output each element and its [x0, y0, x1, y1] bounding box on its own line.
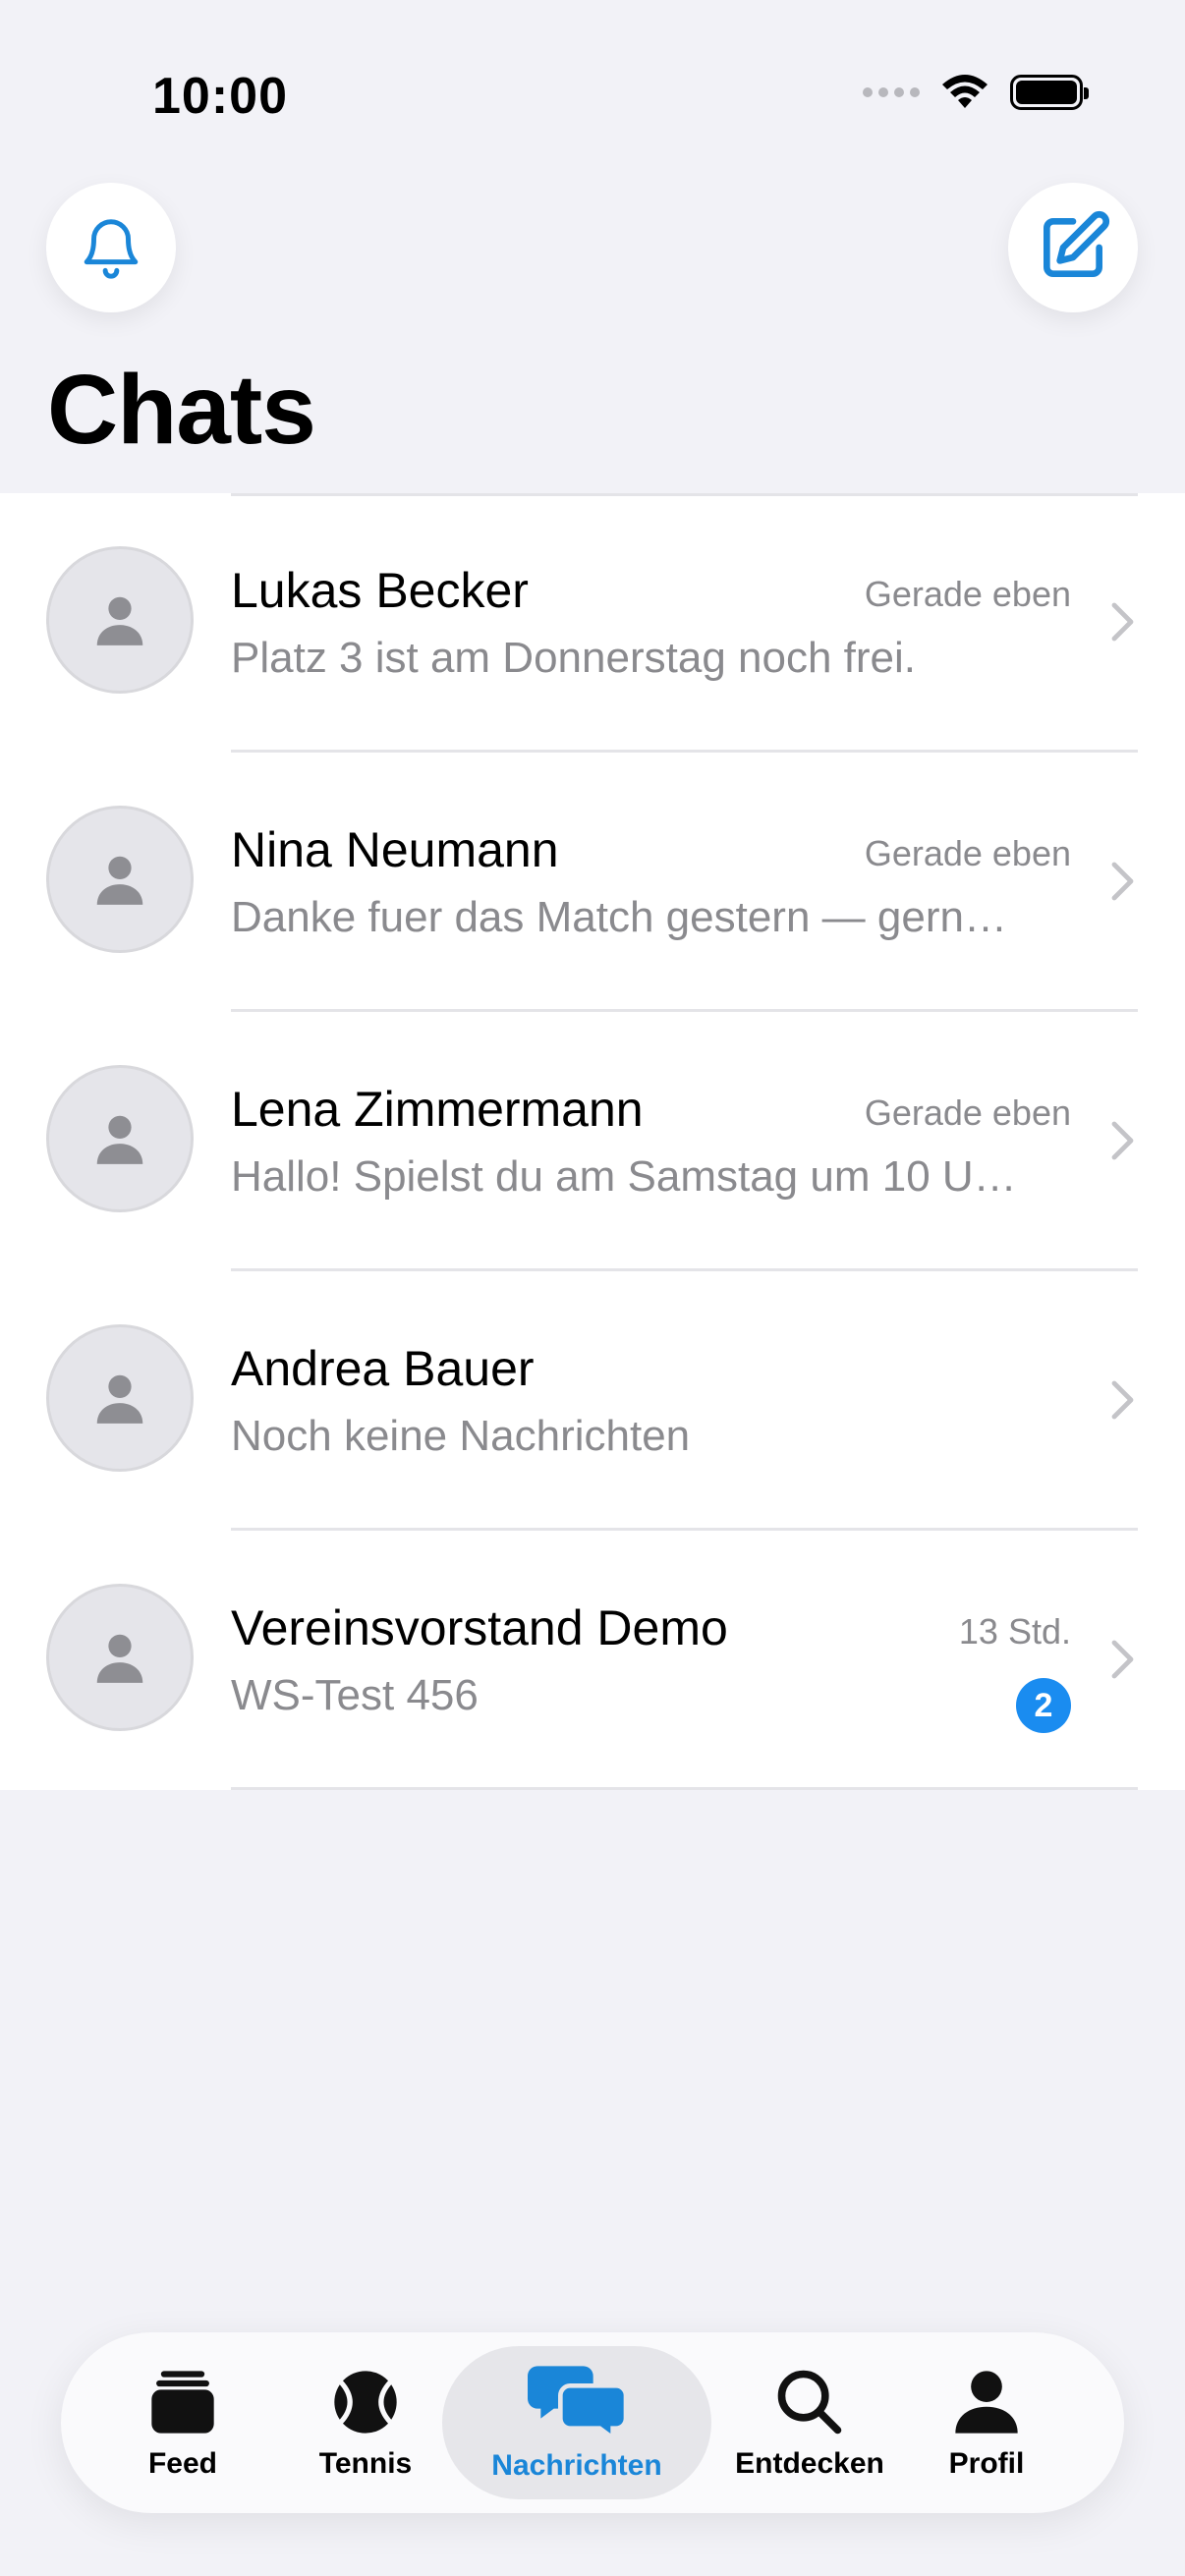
chevron-right-icon	[1111, 602, 1134, 642]
person-icon	[96, 1115, 143, 1164]
chat-timestamp: Gerade eben	[864, 833, 1071, 873]
person-icon	[96, 1374, 143, 1424]
compose-icon	[1044, 210, 1110, 277]
notifications-button[interactable]	[46, 183, 176, 312]
chevron-right-icon	[1111, 1121, 1134, 1160]
compose-button[interactable]	[1008, 183, 1138, 312]
tab-label: Feed	[147, 2447, 218, 2480]
chat-row[interactable]: Nina Neumann Gerade eben Danke fuer das …	[0, 753, 1185, 1012]
avatar	[46, 1065, 194, 1212]
chat-name: Vereinsvorstand Demo	[231, 1600, 728, 1655]
person-icon	[955, 2371, 1018, 2434]
tab-bar: Feed Tennis Nachrichten Entdecken Profil	[61, 2332, 1124, 2513]
person-icon	[96, 596, 143, 645]
status-time: 10:00	[152, 68, 288, 125]
battery-icon	[1010, 75, 1089, 110]
chat-name: Nina Neumann	[231, 822, 559, 877]
avatar	[46, 1584, 194, 1731]
person-icon	[96, 1634, 143, 1683]
avatar	[46, 546, 194, 694]
tab-entdecken[interactable]: Entdecken	[729, 2332, 890, 2513]
avatar	[46, 1324, 194, 1472]
chevron-right-icon	[1111, 1640, 1134, 1679]
unread-badge: 2	[1016, 1678, 1071, 1733]
chat-row[interactable]: Vereinsvorstand Demo 13 Std. WS-Test 456…	[0, 1531, 1185, 1790]
chat-timestamp: 13 Std.	[958, 1611, 1071, 1652]
tab-label: Tennis	[318, 2447, 413, 2480]
chevron-right-icon	[1111, 862, 1134, 901]
chat-name: Andrea Bauer	[231, 1341, 535, 1396]
chat-row[interactable]: Andrea Bauer Noch keine Nachrichten	[0, 1271, 1185, 1531]
chevron-right-icon	[1111, 1380, 1134, 1420]
chat-row[interactable]: Lena Zimmermann Gerade eben Hallo! Spiel…	[0, 1012, 1185, 1271]
chat-list: Lukas Becker Gerade eben Platz 3 ist am …	[0, 493, 1185, 1790]
chat-row[interactable]: Lukas Becker Gerade eben Platz 3 ist am …	[0, 493, 1185, 753]
tab-label: Profil	[948, 2447, 1025, 2480]
chat-bubbles-icon	[528, 2366, 626, 2441]
avatar	[46, 806, 194, 953]
status-icons	[863, 75, 1089, 110]
chat-timestamp: Gerade eben	[864, 574, 1071, 614]
chat-timestamp: Gerade eben	[864, 1092, 1071, 1133]
chat-preview: Platz 3 ist am Donnerstag noch frei.	[231, 634, 916, 682]
divider	[231, 1787, 1138, 1790]
tennis-ball-icon	[334, 2371, 397, 2434]
cellular-signal-icon	[863, 87, 920, 97]
tab-label: Entdecken	[735, 2447, 884, 2480]
person-icon	[96, 856, 143, 905]
tab-profil[interactable]: Profil	[926, 2332, 1047, 2513]
wifi-icon	[942, 75, 988, 108]
chat-name: Lena Zimmermann	[231, 1082, 644, 1137]
tab-nachrichten[interactable]: Nachrichten	[442, 2332, 711, 2513]
chat-name: Lukas Becker	[231, 563, 529, 618]
status-bar: 10:00	[0, 0, 1185, 187]
bell-icon	[84, 219, 139, 279]
tab-tennis[interactable]: Tennis	[305, 2332, 426, 2513]
chat-preview: Noch keine Nachrichten	[231, 1412, 691, 1460]
tab-feed[interactable]: Feed	[122, 2332, 244, 2513]
chat-preview: WS-Test 456	[231, 1671, 479, 1719]
chat-preview: Hallo! Spielst du am Samstag um 10 U…	[231, 1152, 1017, 1201]
tab-label: Nachrichten	[491, 2449, 662, 2482]
search-icon	[777, 2370, 842, 2435]
stack-icon	[151, 2371, 214, 2434]
chat-preview: Danke fuer das Match gestern — gern…	[231, 893, 1007, 941]
page-title: Chats	[47, 355, 316, 465]
